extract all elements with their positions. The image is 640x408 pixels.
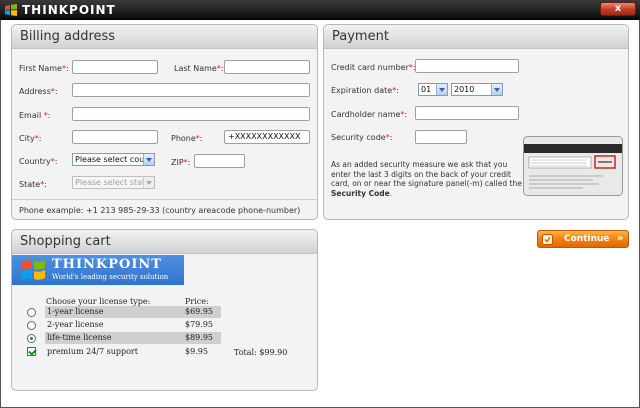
last-name-label: Last Name*: — [174, 64, 224, 73]
radio-lifetime[interactable] — [27, 334, 36, 343]
phone-example-note: Phone example: +1 213 985-29-33 (country… — [19, 206, 301, 215]
title-bar: THINKPOINT x — [0, 0, 640, 20]
country-label: Country*: — [19, 157, 58, 166]
expiration-year-select[interactable]: 2010 — [451, 83, 503, 96]
city-input[interactable] — [72, 130, 158, 144]
close-button[interactable]: x — [600, 2, 636, 16]
expiration-month-select[interactable]: 01 — [418, 83, 448, 96]
windows-logo-icon — [22, 260, 45, 280]
banner-tagline: World's leading security solution — [52, 273, 169, 281]
payment-panel-header: Payment — [324, 25, 628, 49]
license-option-price: $79.95 — [185, 320, 213, 329]
payment-heading: Payment — [332, 29, 389, 44]
card-number-input[interactable] — [415, 59, 519, 73]
billing-panel: Billing address First Name*: Last Name*:… — [11, 24, 318, 220]
phone-label: Phone*: — [171, 134, 203, 143]
state-select[interactable]: Please select state — [72, 176, 155, 189]
billing-divider — [12, 199, 317, 200]
first-name-label: First Name*: — [19, 64, 69, 73]
zip-label: ZIP*: — [171, 158, 191, 167]
security-code-input[interactable] — [415, 130, 467, 144]
phone-input[interactable]: +XXXXXXXXXXXX — [224, 130, 310, 144]
security-code-note: As an added security measure we ask that… — [331, 160, 522, 198]
support-label: premium 24/7 support — [47, 347, 138, 356]
chevron-down-icon — [143, 177, 154, 188]
state-label: State*: — [19, 180, 47, 189]
license-option-label: 1-year license — [47, 307, 104, 316]
credit-card-back-icon — [523, 136, 623, 196]
cart-total: Total: $99.90 — [234, 348, 288, 357]
billing-panel-header: Billing address — [12, 25, 317, 49]
chevron-down-icon — [143, 154, 154, 165]
license-option-price: $89.95 — [185, 333, 213, 342]
city-label: City*: — [19, 134, 42, 143]
zip-input[interactable] — [194, 154, 245, 168]
address-label: Address*: — [19, 87, 58, 96]
last-name-input[interactable] — [224, 60, 310, 74]
radio-2-year[interactable] — [27, 321, 36, 330]
radio-1-year[interactable] — [27, 308, 36, 317]
chevron-down-icon — [436, 84, 447, 95]
country-select[interactable]: Please select country — [72, 153, 155, 166]
license-option-label: 2-year license — [47, 320, 104, 329]
continue-label: Continue — [564, 234, 610, 244]
window-title: THINKPOINT — [22, 3, 116, 17]
email-label: Email *: — [19, 111, 51, 120]
email-input[interactable] — [72, 107, 310, 121]
cardholder-input[interactable] — [415, 106, 519, 120]
cart-heading: Shopping cart — [20, 234, 111, 249]
first-name-input[interactable] — [72, 60, 158, 74]
banner-title: THINKPOINT — [52, 257, 162, 272]
security-code-label: Security code*: — [331, 133, 393, 142]
continue-button[interactable]: Continue » — [537, 230, 629, 248]
cardholder-label: Cardholder name*: — [331, 110, 408, 119]
cart-icon — [542, 234, 553, 245]
support-price: $9.95 — [185, 347, 208, 356]
expiration-label: Expiration date*: — [331, 86, 399, 95]
address-input[interactable] — [72, 83, 310, 97]
double-chevron-right-icon: » — [617, 233, 624, 244]
product-banner: THINKPOINT World's leading security solu… — [12, 255, 184, 285]
card-number-label: Credit card number*: — [331, 63, 416, 72]
license-option-price: $69.95 — [185, 307, 213, 316]
license-option-label: life-time license — [47, 333, 112, 342]
close-icon: x — [614, 3, 622, 14]
windows-logo-icon — [5, 4, 17, 16]
billing-heading: Billing address — [20, 29, 116, 44]
cart-panel-header: Shopping cart — [12, 230, 317, 254]
payment-panel: Payment Credit card number*: Expiration … — [323, 24, 629, 220]
chevron-down-icon — [491, 84, 502, 95]
support-checkbox[interactable] — [27, 347, 36, 356]
